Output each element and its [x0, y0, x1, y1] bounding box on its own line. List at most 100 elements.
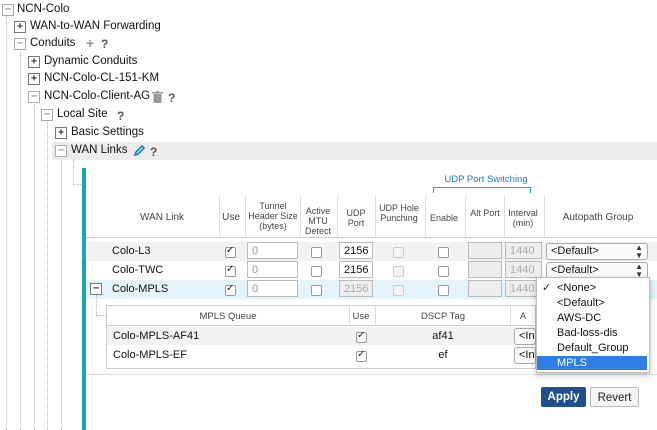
tree-node-ncn-colo[interactable]: NCN-Colo — [17, 3, 69, 15]
conduits-help-icon[interactable]: ? — [101, 37, 108, 51]
use-checkbox[interactable] — [225, 283, 236, 296]
tree-node-local-site[interactable]: Local Site — [57, 108, 108, 120]
queue-header-separator — [510, 306, 511, 326]
queue-header-separator — [349, 306, 350, 326]
queue-name: Colo-MPLS-AF41 — [113, 330, 200, 342]
header-mpls-queue: MPLS Queue — [199, 311, 257, 322]
collapse-conduits-toggle[interactable]: − — [14, 38, 26, 50]
tree-node-basic-settings[interactable]: Basic Settings — [71, 126, 144, 138]
dropdown-option-none[interactable]: <None> — [537, 281, 647, 295]
collapse-wan-links-toggle[interactable]: − — [55, 145, 67, 157]
apply-button[interactable]: Apply — [541, 387, 586, 407]
dropdown-option-aws-dc[interactable]: AWS-DC — [537, 311, 647, 325]
dropdown-option-default-group[interactable]: Default_Group — [537, 341, 647, 355]
dropdown-option-mpls[interactable]: MPLS — [537, 356, 647, 370]
header-separator — [504, 196, 505, 236]
alt-port-input — [468, 280, 502, 297]
collapse-root-toggle[interactable]: − — [2, 4, 14, 16]
tree-node-conduits[interactable]: Conduits — [30, 37, 75, 49]
tree-node-ncn-colo-client-ag[interactable]: NCN-Colo-Client-AG — [44, 90, 150, 102]
header-interval: Interval (min) — [508, 208, 538, 228]
add-conduit-icon[interactable]: + — [86, 35, 94, 51]
header-active-mtu-detect: Active MTU Detect — [304, 206, 331, 236]
wan-link-name: Colo-MPLS — [112, 283, 169, 295]
mtu-detect-checkbox[interactable] — [311, 247, 322, 258]
udp-port-input[interactable]: 2156 — [339, 261, 373, 278]
dropdown-option-default[interactable]: <Default> — [537, 296, 647, 310]
queue-name: Colo-MPLS-EF — [113, 349, 187, 361]
interval-input: 1440 — [505, 261, 542, 278]
header-enable: Enable — [429, 213, 459, 223]
use-checkbox[interactable] — [225, 264, 236, 277]
alt-port-input — [468, 242, 502, 259]
autopath-select[interactable]: <Default> ▲ ▼ — [546, 243, 648, 260]
queue-autopath-select[interactable]: <In — [514, 328, 536, 345]
revert-button[interactable]: Revert — [590, 387, 639, 407]
expand-basic-settings-toggle[interactable]: + — [55, 127, 67, 139]
pencil-icon[interactable] — [133, 144, 146, 157]
autopath-select-value: <Default> — [551, 264, 599, 276]
tunnel-header-input[interactable]: 0 — [247, 242, 298, 259]
collapse-client-ag-toggle[interactable]: − — [28, 91, 40, 103]
trash-icon[interactable] — [152, 91, 163, 103]
header-separator — [300, 196, 301, 236]
client-ag-help-icon[interactable]: ? — [168, 91, 175, 105]
mtu-detect-checkbox[interactable] — [311, 285, 322, 296]
wan-link-name: Colo-TWC — [112, 264, 164, 276]
collapse-mpls-row-toggle[interactable]: − — [90, 283, 102, 295]
header-separator — [425, 196, 426, 236]
dropdown-option-bad-loss-dis[interactable]: Bad-loss-dis — [537, 326, 647, 340]
tunnel-header-input[interactable]: 0 — [247, 280, 298, 297]
expand-wan-to-wan-toggle[interactable]: + — [14, 21, 26, 33]
hole-punching-checkbox — [393, 247, 404, 258]
dscp-tag-value: ef — [438, 349, 448, 361]
header-tunnel-header-size: Tunnel Header Size (bytes) — [248, 201, 298, 231]
header-udp-port: UDP Port — [346, 208, 366, 228]
udp-port-input[interactable]: 2156 — [339, 242, 373, 259]
enable-checkbox[interactable] — [438, 266, 449, 277]
header-queue-autopath: A — [519, 311, 527, 322]
queue-use-checkbox[interactable] — [356, 349, 367, 362]
expand-dynamic-conduits-toggle[interactable]: + — [28, 56, 40, 68]
header-use: Use — [222, 212, 240, 223]
queue-header-separator — [375, 306, 376, 326]
header-separator — [465, 196, 466, 236]
interval-input: 1440 — [505, 242, 542, 259]
hole-punching-checkbox — [393, 285, 404, 296]
tunnel-header-input[interactable]: 0 — [247, 261, 298, 278]
autopath-dropdown-menu: ✓ <None> <Default> AWS-DC Bad-loss-dis D… — [536, 277, 650, 373]
panel-footer-divider — [86, 374, 657, 375]
header-queue-use: Use — [352, 311, 370, 322]
enable-checkbox[interactable] — [438, 285, 449, 296]
expand-cl-151-toggle[interactable]: + — [28, 73, 40, 85]
header-wan-link: WAN Link — [139, 212, 185, 223]
hole-punching-checkbox — [393, 266, 404, 277]
use-checkbox[interactable] — [225, 245, 236, 258]
queue-header-bottom-border — [107, 325, 534, 326]
udp-port-input: 2156 — [339, 280, 373, 297]
dscp-tag-value: af41 — [432, 330, 454, 342]
autopath-select-value: <Default> — [551, 245, 599, 257]
local-site-help-icon[interactable]: ? — [117, 109, 124, 123]
header-separator — [375, 196, 376, 236]
header-separator — [544, 196, 545, 236]
tree-node-wan-links[interactable]: WAN Links — [71, 144, 127, 156]
enable-checkbox[interactable] — [438, 247, 449, 258]
header-separator — [245, 196, 246, 236]
udp-port-switching-header: UDP Port Switching — [444, 174, 528, 185]
select-arrows-icon: ▲ ▼ — [635, 243, 643, 260]
header-udp-hole-punching: UDP Hole Punching — [379, 203, 419, 223]
collapse-local-site-toggle[interactable]: − — [41, 109, 53, 121]
tree-node-ncn-colo-cl-151-km[interactable]: NCN-Colo-CL-151-KM — [44, 72, 159, 84]
tree-node-wan-to-wan-forwarding[interactable]: WAN-to-WAN Forwarding — [30, 20, 161, 32]
header-separator — [219, 196, 220, 236]
mtu-detect-checkbox[interactable] — [311, 266, 322, 277]
header-dscp-tag: DSCP Tag — [420, 311, 465, 322]
queue-use-checkbox[interactable] — [356, 330, 367, 343]
alt-port-input — [468, 261, 502, 278]
udp-group-bracket — [433, 187, 531, 193]
header-bottom-border — [86, 237, 657, 238]
wan-links-help-icon[interactable]: ? — [150, 145, 157, 159]
tree-node-dynamic-conduits[interactable]: Dynamic Conduits — [44, 55, 137, 67]
queue-autopath-select[interactable]: <In — [514, 347, 536, 364]
